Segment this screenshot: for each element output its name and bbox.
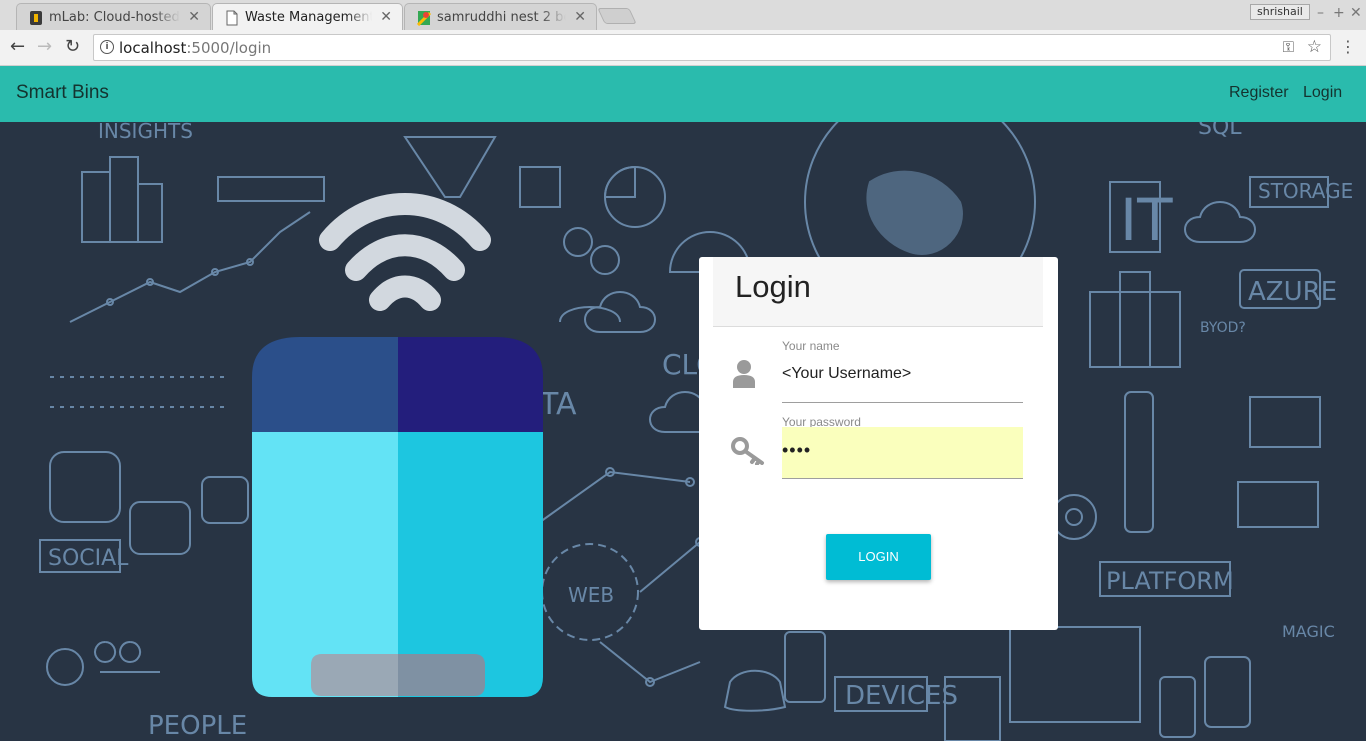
browser-menu-icon[interactable]: ⋮ bbox=[1340, 37, 1356, 57]
new-tab-button[interactable] bbox=[597, 8, 637, 24]
browser-tab-waste-management[interactable]: Waste Management ✕ bbox=[212, 3, 403, 30]
bookmark-star-icon[interactable]: ☆ bbox=[1307, 37, 1322, 57]
smart-bin-illustration bbox=[252, 193, 543, 697]
svg-text:PEOPLE: PEOPLE bbox=[148, 711, 247, 741]
back-arrow-icon[interactable]: ← bbox=[10, 37, 25, 57]
maps-icon bbox=[417, 11, 431, 26]
mlab-icon bbox=[30, 11, 42, 25]
svg-text:SQL: SQL bbox=[1198, 122, 1242, 140]
minimize-icon[interactable]: – bbox=[1317, 5, 1324, 21]
tab-title: mLab: Cloud-hosted Mo bbox=[49, 10, 180, 25]
tab-title: Waste Management bbox=[245, 10, 372, 25]
svg-text:WEB: WEB bbox=[568, 583, 614, 607]
key-icon bbox=[731, 437, 764, 465]
svg-text:TA: TA bbox=[539, 387, 577, 422]
browser-toolbar: ← → ↻ i localhost:5000/login ⚿ ☆ ⋮ bbox=[0, 30, 1366, 66]
app-navbar: Smart Bins Register Login bbox=[0, 66, 1366, 122]
svg-text:SOCIAL: SOCIAL bbox=[48, 546, 129, 571]
login-card-header: Login bbox=[713, 257, 1043, 327]
tech-doodle-background: INSIGHTS SOCIAL PEOPLE CLO TA WEB SQL ST… bbox=[39, 122, 1353, 741]
username-input[interactable]: <Your Username> bbox=[782, 351, 1023, 403]
reload-icon[interactable]: ↻ bbox=[65, 37, 80, 57]
url-path: :5000/login bbox=[186, 39, 272, 57]
register-link[interactable]: Register bbox=[1229, 84, 1289, 102]
site-info-icon[interactable]: i bbox=[100, 40, 114, 54]
page-icon bbox=[226, 10, 238, 26]
maximize-icon[interactable]: + bbox=[1333, 5, 1345, 21]
close-tab-icon[interactable]: ✕ bbox=[380, 9, 392, 25]
svg-text:INSIGHTS: INSIGHTS bbox=[98, 122, 193, 143]
profile-badge[interactable]: shrishail bbox=[1250, 4, 1310, 20]
close-window-icon[interactable]: ✕ bbox=[1350, 5, 1362, 21]
close-tab-icon[interactable]: ✕ bbox=[574, 9, 586, 25]
login-link[interactable]: Login bbox=[1303, 84, 1342, 102]
tab-title: samruddhi nest 2 behin bbox=[437, 10, 566, 25]
hero-background: INSIGHTS SOCIAL PEOPLE CLO TA WEB SQL ST… bbox=[0, 122, 1366, 741]
svg-text:IT: IT bbox=[1120, 186, 1173, 254]
svg-text:MAGIC: MAGIC bbox=[1282, 622, 1335, 641]
forward-arrow-icon[interactable]: → bbox=[37, 37, 52, 57]
close-tab-icon[interactable]: ✕ bbox=[188, 9, 200, 25]
password-input[interactable]: •••• bbox=[782, 427, 1023, 479]
key-icon[interactable]: ⚿ bbox=[1283, 38, 1294, 56]
browser-tab-mlab[interactable]: mLab: Cloud-hosted Mo ✕ bbox=[16, 3, 211, 30]
svg-text:DEVICES: DEVICES bbox=[845, 681, 958, 711]
svg-text:AZURE: AZURE bbox=[1248, 277, 1337, 307]
login-title: Login bbox=[735, 269, 811, 304]
login-button[interactable]: LOGIN bbox=[826, 534, 931, 580]
svg-text:BYOD?: BYOD? bbox=[1200, 320, 1246, 336]
address-bar[interactable]: i localhost:5000/login ⚿ ☆ bbox=[93, 34, 1331, 61]
user-icon bbox=[733, 360, 755, 388]
svg-text:PLATFORM: PLATFORM bbox=[1106, 567, 1234, 595]
browser-tab-maps[interactable]: samruddhi nest 2 behin ✕ bbox=[404, 3, 597, 30]
login-card: Login Your name <Your Username> Your pas… bbox=[699, 257, 1058, 630]
url-host: localhost bbox=[119, 39, 187, 57]
browser-tab-strip: mLab: Cloud-hosted Mo ✕ Waste Management… bbox=[0, 0, 1366, 30]
svg-text:STORAGE: STORAGE bbox=[1258, 179, 1353, 203]
brand-logo-text[interactable]: Smart Bins bbox=[16, 82, 109, 104]
